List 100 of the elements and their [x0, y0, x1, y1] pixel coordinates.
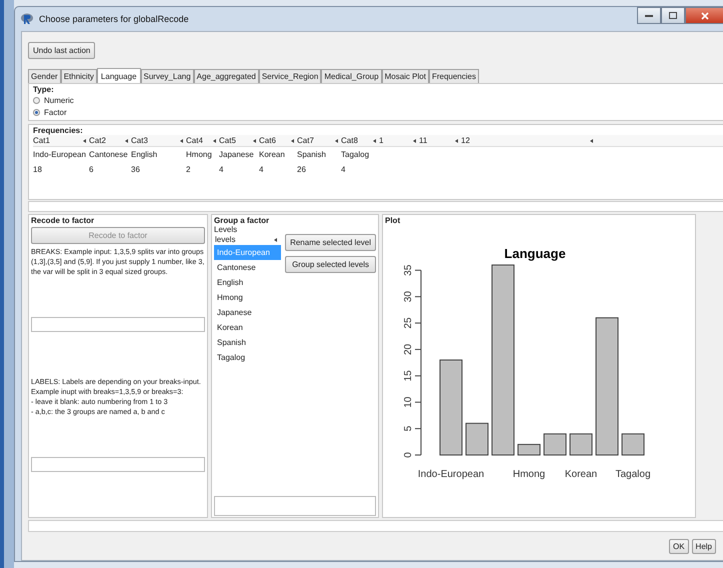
radio-button[interactable] — [33, 108, 40, 116]
breaks-input-field[interactable] — [31, 317, 205, 332]
list-item[interactable]: English — [214, 275, 282, 290]
table-cell: 18 — [33, 165, 42, 174]
y-tick-label: 20 — [403, 344, 414, 355]
maximize-button[interactable] — [661, 7, 685, 24]
table-cell: Cantonese — [89, 150, 128, 159]
tab[interactable]: Frequencies — [428, 69, 479, 83]
table-cell: 2 — [186, 165, 190, 174]
r-logo-icon — [21, 13, 33, 25]
tab[interactable]: Age_aggregated — [194, 69, 259, 83]
window-title: Choose parameters for globalRecode — [39, 14, 189, 24]
table-cell: 26 — [297, 165, 306, 174]
y-tick-label: 30 — [403, 291, 414, 302]
radio-label: Factor — [44, 108, 67, 116]
x-tick-label: Korean — [564, 469, 598, 480]
column-header: 12 — [461, 136, 470, 145]
column-resize-icon[interactable] — [373, 138, 376, 142]
column-header: Cat2 — [89, 136, 106, 145]
column-resize-icon[interactable] — [125, 138, 128, 142]
column-resize-icon[interactable] — [291, 138, 294, 142]
levels-label: Levels — [214, 225, 238, 234]
group-label: Group a factor — [214, 216, 270, 225]
column-resize-icon[interactable] — [455, 138, 458, 142]
bar — [466, 422, 488, 456]
table-cell: English — [131, 150, 158, 159]
column-header: Cat5 — [219, 136, 236, 145]
x-tick-label: Indo-European — [418, 469, 484, 480]
close-button[interactable] — [685, 7, 723, 24]
chart-title: Language — [504, 246, 566, 261]
tab[interactable]: Gender — [28, 69, 61, 83]
table-cell: Japanese — [219, 150, 254, 159]
table-cell: Indo-European — [33, 150, 86, 159]
tab[interactable]: Ethnicity — [60, 69, 97, 83]
frequencies-label: Frequencies: — [33, 126, 84, 135]
list-item[interactable]: Japanese — [214, 305, 282, 320]
table-cell: Tagalog — [341, 150, 370, 159]
tab[interactable]: Language — [96, 68, 141, 83]
y-tick-label: 10 — [403, 396, 414, 408]
plot-label: Plot — [385, 216, 402, 225]
column-header: 1 — [379, 136, 384, 145]
bar — [622, 433, 644, 456]
table-cell: Spanish — [297, 150, 326, 159]
column-resize-icon[interactable] — [413, 138, 416, 142]
tab[interactable]: Mosaic Plot — [382, 69, 429, 83]
column-header: Cat4 — [186, 136, 203, 145]
table-cell: Hmong — [186, 150, 212, 159]
table-cell: 4 — [259, 165, 264, 174]
column-resize-icon[interactable] — [83, 138, 86, 142]
column-header: Cat6 — [259, 136, 276, 145]
column-resize-icon[interactable] — [335, 138, 338, 142]
bar — [544, 433, 566, 456]
x-tick-label: Hmong — [512, 469, 546, 480]
column-header: 11 — [419, 136, 428, 145]
column-resize-icon[interactable] — [213, 138, 216, 142]
column-resize-icon[interactable] — [253, 138, 256, 142]
level-input-field[interactable] — [214, 496, 376, 516]
column-resize-icon[interactable] — [590, 138, 593, 142]
column-header: Cat3 — [131, 136, 148, 145]
tab[interactable]: Survey_Lang — [140, 69, 194, 83]
y-tick-label: 25 — [403, 318, 414, 329]
maximize-icon — [669, 12, 677, 19]
list-item[interactable]: Cantonese — [214, 260, 282, 275]
table-cell: 36 — [131, 165, 140, 174]
ok-button[interactable]: OK — [668, 538, 689, 554]
table-cell: Korean — [259, 150, 285, 159]
level-button[interactable]: Group selected levels — [285, 256, 376, 273]
column-header: Cat7 — [297, 136, 314, 145]
type-label: Type: — [33, 85, 55, 94]
recode-label: Recode to factor — [31, 216, 96, 225]
y-tick-label: 5 — [403, 426, 414, 432]
column-resize-icon[interactable] — [274, 238, 278, 242]
undo-button[interactable]: Undo last action — [28, 42, 96, 59]
minimize-icon — [645, 14, 653, 17]
column-resize-icon[interactable] — [180, 138, 183, 142]
column-header: Cat8 — [341, 136, 358, 145]
level-button[interactable]: Rename selected level — [285, 234, 376, 251]
table-cell: 4 — [219, 165, 224, 174]
bar — [570, 433, 592, 456]
y-tick-label: 15 — [403, 370, 414, 382]
radio-button[interactable] — [33, 96, 40, 104]
tab[interactable]: Medical_Group — [321, 69, 382, 83]
y-tick-label: 35 — [403, 264, 414, 276]
list-item[interactable]: Hmong — [214, 290, 282, 305]
y-tick-label: 0 — [403, 452, 414, 458]
close-icon — [701, 12, 709, 20]
tab[interactable]: Service_Region — [258, 69, 322, 83]
labels-input-field[interactable] — [31, 457, 205, 472]
table-cell: 6 — [89, 165, 94, 174]
list-item[interactable]: Spanish — [214, 335, 282, 350]
minimize-button[interactable] — [637, 7, 661, 24]
x-tick-label: Tagalog — [615, 469, 651, 480]
bar — [518, 444, 540, 456]
list-header: levels — [215, 235, 236, 244]
radio-label: Numeric — [44, 96, 74, 104]
list-item[interactable]: Tagalog — [214, 350, 282, 365]
table-cell: 4 — [341, 165, 346, 174]
list-item[interactable]: Korean — [214, 320, 282, 335]
help-button[interactable]: Help — [692, 538, 716, 554]
column-header: Cat1 — [33, 136, 50, 145]
